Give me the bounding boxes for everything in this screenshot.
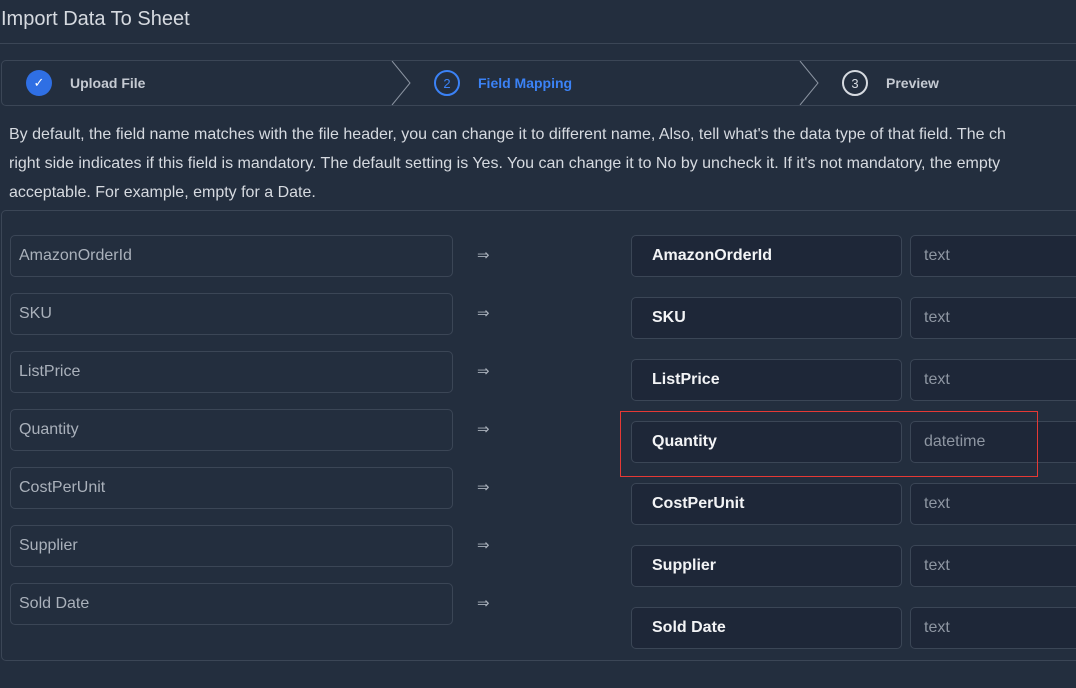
highlight-box xyxy=(620,411,1038,477)
field-name-input[interactable]: AmazonOrderId xyxy=(631,235,902,277)
arrow-right-icon: ⇒ xyxy=(477,421,490,438)
data-type-select[interactable]: text xyxy=(910,545,1076,587)
arrow-right-icon: ⇒ xyxy=(477,305,490,322)
source-column-field[interactable]: SKU xyxy=(10,293,453,335)
step-preview[interactable]: 3 Preview xyxy=(842,61,939,105)
dialog-title: Import Data To Sheet xyxy=(1,8,190,30)
source-column-field[interactable]: Sold Date xyxy=(10,583,453,625)
step-number: 3 xyxy=(842,70,868,96)
step-number: 2 xyxy=(434,70,460,96)
field-name-input[interactable]: ListPrice xyxy=(631,359,902,401)
field-name-input[interactable]: SKU xyxy=(631,297,902,339)
data-type-select[interactable]: text xyxy=(910,359,1076,401)
source-column-field[interactable]: Supplier xyxy=(10,525,453,567)
source-column-field[interactable]: Quantity xyxy=(10,409,453,451)
arrow-right-icon: ⇒ xyxy=(477,595,490,612)
chevron-separator xyxy=(391,61,411,105)
chevron-separator xyxy=(799,61,819,105)
arrow-right-icon: ⇒ xyxy=(477,363,490,380)
step-field-mapping[interactable]: 2 Field Mapping xyxy=(434,61,572,105)
data-type-select[interactable]: text xyxy=(910,483,1076,525)
check-icon: ✓ xyxy=(26,70,52,96)
data-type-select[interactable]: text xyxy=(910,297,1076,339)
step-label: Preview xyxy=(886,75,939,91)
step-label: Upload File xyxy=(70,75,146,91)
field-name-input[interactable]: CostPerUnit xyxy=(631,483,902,525)
field-name-input[interactable]: Sold Date xyxy=(631,607,902,649)
description: By default, the field name matches with … xyxy=(9,120,1076,207)
data-type-select[interactable]: text xyxy=(910,235,1076,277)
arrow-right-icon: ⇒ xyxy=(477,247,490,264)
description-line: acceptable. For example, empty for a Dat… xyxy=(9,184,316,201)
stepper: ✓ Upload File 2 Field Mapping 3 Preview xyxy=(1,60,1076,106)
field-name-input[interactable]: Supplier xyxy=(631,545,902,587)
source-column-field[interactable]: CostPerUnit xyxy=(10,467,453,509)
arrow-right-icon: ⇒ xyxy=(477,537,490,554)
divider xyxy=(0,43,1076,44)
arrow-right-icon: ⇒ xyxy=(477,479,490,496)
step-upload-file[interactable]: ✓ Upload File xyxy=(26,61,145,105)
source-column-field[interactable]: ListPrice xyxy=(10,351,453,393)
step-label: Field Mapping xyxy=(478,75,573,91)
source-column-field[interactable]: AmazonOrderId xyxy=(10,235,453,277)
data-type-select[interactable]: text xyxy=(910,607,1076,649)
description-line: right side indicates if this field is ma… xyxy=(9,155,1001,172)
description-line: By default, the field name matches with … xyxy=(9,126,1006,143)
